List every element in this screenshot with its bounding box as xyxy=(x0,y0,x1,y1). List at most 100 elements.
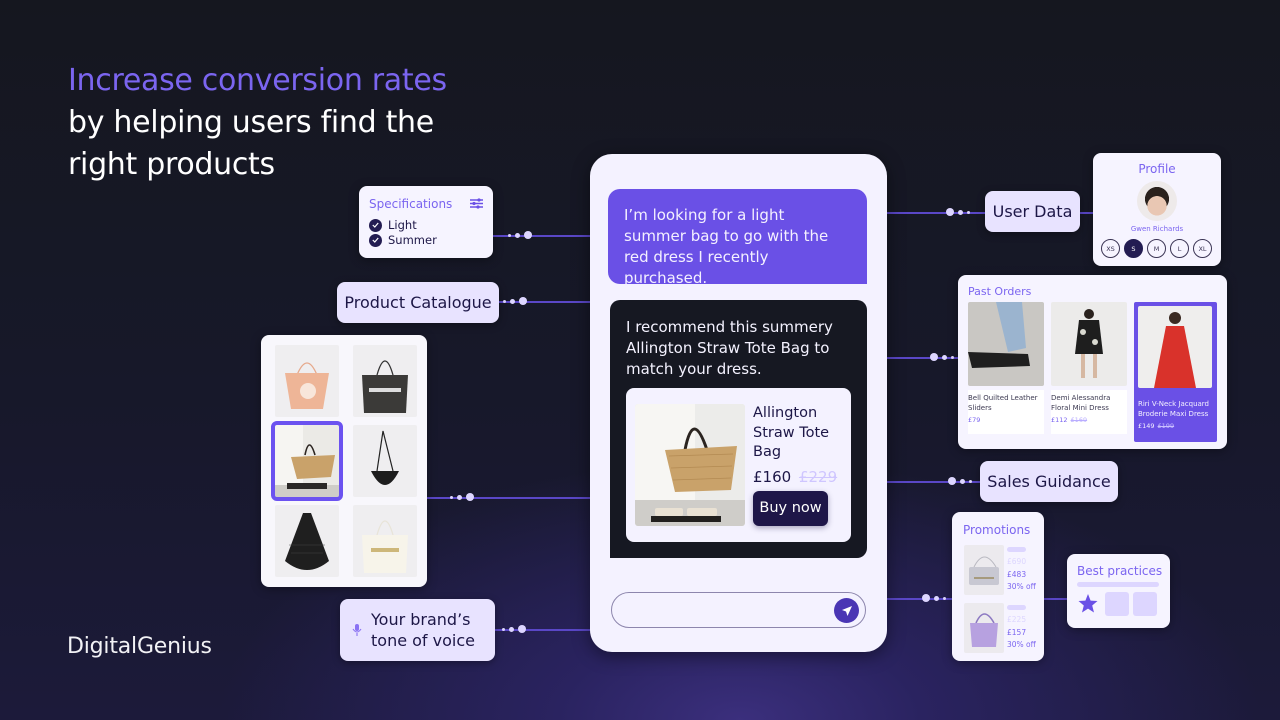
specifications-card: Specifications Light Summer xyxy=(359,186,493,258)
profile-title: Profile xyxy=(1138,162,1176,176)
logo-part-2: Genius xyxy=(136,634,212,659)
best-practices-card: Best practices xyxy=(1067,554,1170,628)
check-icon xyxy=(369,233,382,247)
size-option-xs[interactable]: XS xyxy=(1101,239,1120,258)
send-button[interactable] xyxy=(834,598,859,623)
connector-dots xyxy=(502,625,526,633)
past-order-item[interactable]: Demi Alessandra Floral Mini Dress £112 £1… xyxy=(1051,302,1127,434)
past-order-image-sliders xyxy=(968,302,1044,386)
past-order-name: Riri V-Neck Jacquard Broderie Maxi Dress xyxy=(1138,400,1210,418)
specification-item[interactable]: Light xyxy=(369,218,417,232)
connector-dots xyxy=(503,297,527,305)
size-option-s-selected[interactable]: S xyxy=(1124,239,1143,258)
sales-guidance-label: Sales Guidance xyxy=(987,472,1111,491)
catalogue-grid-card xyxy=(261,335,427,587)
connector-dots xyxy=(450,493,474,501)
size-option-xl[interactable]: XL xyxy=(1193,239,1212,258)
past-order-name: Bell Quilted Leather Sliders xyxy=(968,394,1038,412)
promo-old-price: £690 xyxy=(1007,557,1027,566)
connector-dots xyxy=(948,477,972,485)
past-order-body: Bell Quilted Leather Sliders £79 xyxy=(968,390,1044,434)
tone-of-voice-label: Your brand’s tone of voice xyxy=(371,610,475,650)
product-name: Allington Straw Tote Bag xyxy=(753,405,830,460)
headline: Increase conversion rates by helping use… xyxy=(68,60,447,186)
product-image-straw-tote[interactable] xyxy=(635,404,745,526)
bot-message-text: I recommend this summery Allington Straw… xyxy=(626,318,833,378)
promo-price: £483 xyxy=(1007,569,1027,579)
user-data-chip[interactable]: User Data xyxy=(985,191,1080,232)
past-order-price: £112 £169 xyxy=(1051,416,1088,424)
specification-label: Light xyxy=(388,218,417,232)
promo-price: £157 xyxy=(1007,627,1027,637)
recommended-product-card[interactable]: Allington Straw Tote Bag £160 £229 Buy n… xyxy=(626,388,851,542)
past-order-body: Demi Alessandra Floral Mini Dress £112 £1… xyxy=(1051,390,1127,434)
past-orders-title: Past Orders xyxy=(968,285,1032,298)
size-selector: XS S M L XL xyxy=(1101,239,1212,258)
past-order-price: £149 £199 xyxy=(1138,422,1175,430)
promo-image-silver-bag[interactable] xyxy=(964,545,1004,595)
chat-input[interactable] xyxy=(611,592,866,628)
past-order-image-floral-dress xyxy=(1051,302,1127,386)
past-order-image-red-dress xyxy=(1138,306,1212,388)
promotions-card: Promotions £690 £483 30% off £225 £157 3… xyxy=(952,512,1044,661)
connector-dots xyxy=(508,231,532,239)
promo-prices: £225 £157 30% off xyxy=(1007,614,1036,652)
catalogue-item-black-hobo[interactable] xyxy=(275,505,339,577)
user-message-bubble: I’m looking for a light summer bag to go… xyxy=(608,189,867,287)
logo-part-1: Digital xyxy=(67,634,137,659)
chat-phone-mockup: I’m looking for a light summer bag to go… xyxy=(590,154,887,652)
catalogue-item-straw-tote-selected[interactable] xyxy=(271,421,343,501)
best-practices-title: Best practices xyxy=(1077,564,1163,578)
headline-accent: Increase conversion rates xyxy=(68,63,447,98)
catalogue-item-black-crossbody[interactable] xyxy=(353,425,417,497)
profile-card: Profile Gwen Richards XS S M L XL xyxy=(1093,153,1221,266)
buy-now-button[interactable]: Buy now xyxy=(753,491,828,526)
check-icon xyxy=(369,218,382,232)
promo-placeholder-bar xyxy=(1007,547,1026,552)
digitalgenius-logo: DigitalGenius xyxy=(67,634,212,659)
headline-line-3: right products xyxy=(68,147,275,182)
past-order-name: Demi Alessandra Floral Mini Dress xyxy=(1051,394,1111,412)
promo-old-price: £225 xyxy=(1007,615,1027,624)
promotions-title: Promotions xyxy=(963,523,1031,537)
past-order-price: £79 xyxy=(968,416,981,424)
promo-image-lilac-bag[interactable] xyxy=(964,603,1004,653)
product-catalogue-chip[interactable]: Product Catalogue xyxy=(337,282,499,323)
avatar xyxy=(1137,181,1177,221)
past-order-body: Riri V-Neck Jacquard Broderie Maxi Dress… xyxy=(1138,396,1214,440)
promo-placeholder-bar xyxy=(1007,605,1026,610)
product-catalogue-label: Product Catalogue xyxy=(344,293,492,312)
user-data-label: User Data xyxy=(992,202,1073,221)
past-order-item-selected[interactable]: Riri V-Neck Jacquard Broderie Maxi Dress… xyxy=(1134,302,1217,442)
catalogue-item-black-tote[interactable] xyxy=(353,345,417,417)
past-order-item[interactable]: Bell Quilted Leather Sliders £79 xyxy=(968,302,1044,434)
bot-message-bubble: I recommend this summery Allington Straw… xyxy=(610,300,867,558)
best-practices-placeholder xyxy=(1105,592,1129,616)
sliders-icon[interactable] xyxy=(470,198,483,209)
product-price: £160 £229 xyxy=(753,467,837,488)
send-icon xyxy=(841,605,852,616)
past-orders-card: Past Orders Bell Quilted Leather Sliders… xyxy=(958,275,1227,449)
star-icon xyxy=(1078,594,1098,613)
best-practices-bar xyxy=(1077,582,1159,587)
connector-dots xyxy=(946,208,970,216)
tone-of-voice-chip[interactable]: Your brand’s tone of voice xyxy=(340,599,495,661)
catalogue-item-pink-tote[interactable] xyxy=(275,345,339,417)
connector-dots xyxy=(930,353,954,361)
specification-item[interactable]: Summer xyxy=(369,233,437,247)
size-option-l[interactable]: L xyxy=(1170,239,1189,258)
profile-name: Gwen Richards xyxy=(1130,225,1184,233)
specifications-title: Specifications xyxy=(369,197,453,211)
specification-label: Summer xyxy=(388,233,437,247)
best-practices-placeholder xyxy=(1133,592,1157,616)
microphone-icon xyxy=(352,624,362,636)
promo-discount: 30% off xyxy=(1007,582,1036,591)
product-old-price: £229 xyxy=(798,468,838,486)
catalogue-item-cream-tote[interactable] xyxy=(353,505,417,577)
promo-prices: £690 £483 30% off xyxy=(1007,556,1036,594)
promo-discount: 30% off xyxy=(1007,640,1036,649)
sales-guidance-chip[interactable]: Sales Guidance xyxy=(980,461,1118,502)
connector-dots xyxy=(922,594,946,602)
product-current-price: £160 xyxy=(753,468,792,486)
size-option-m[interactable]: M xyxy=(1147,239,1166,258)
